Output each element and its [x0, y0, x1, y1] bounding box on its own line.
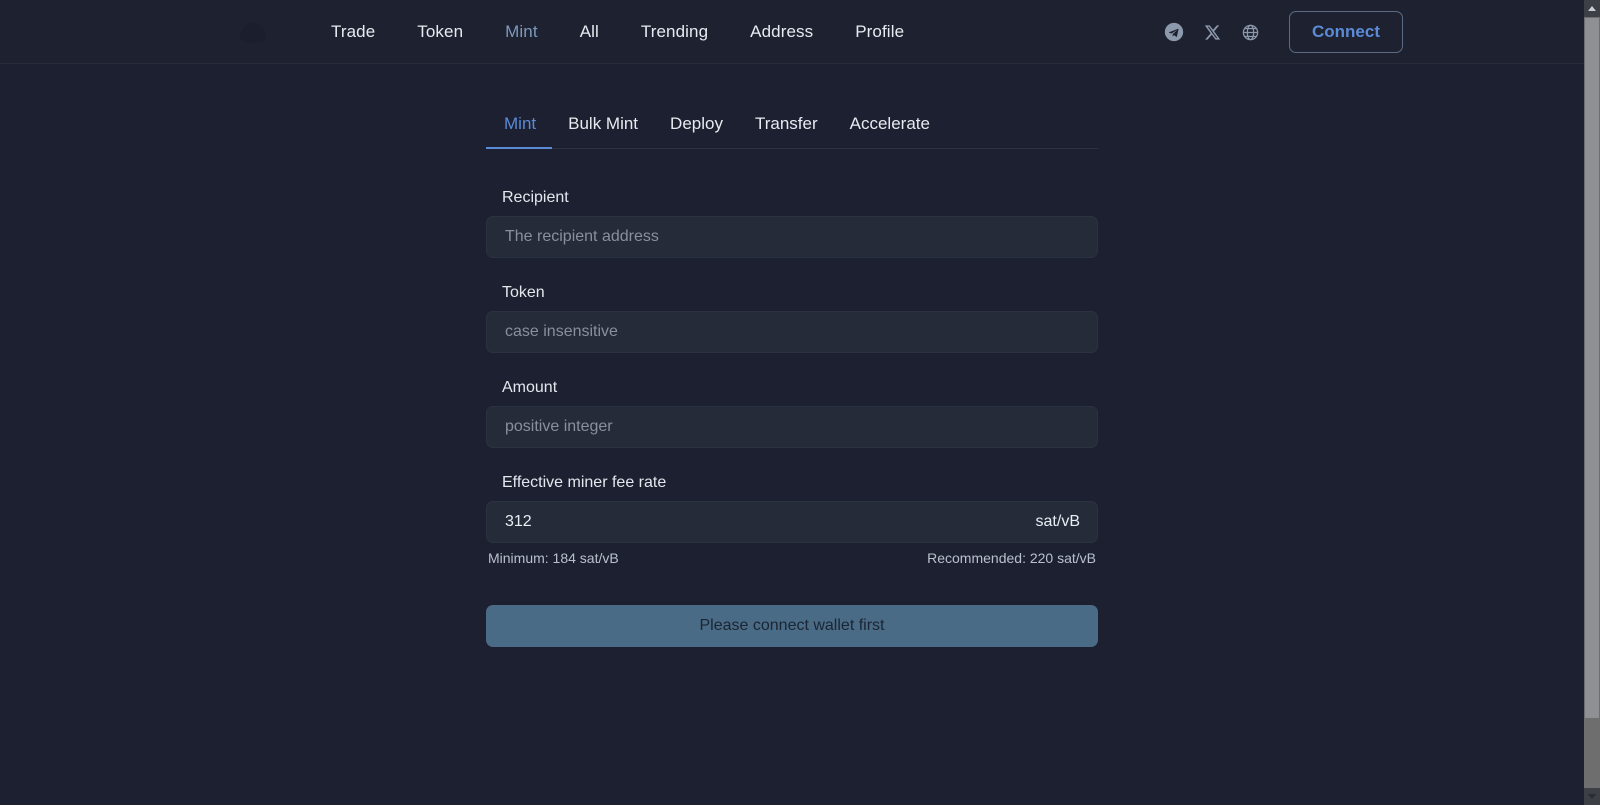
fee-rate-field: Effective miner fee rate sat/vB Minimum:… [486, 474, 1098, 566]
nav-item-trade[interactable]: Trade [310, 16, 396, 48]
logo-mark-icon [240, 23, 266, 43]
scrollbar-up-button[interactable] [1584, 0, 1600, 17]
nav-item-address[interactable]: Address [729, 16, 834, 48]
nav-item-token[interactable]: Token [396, 16, 484, 48]
recipient-label: Recipient [502, 189, 569, 206]
token-input[interactable] [486, 311, 1098, 353]
page-content: Mint Bulk Mint Deploy Transfer Accelerat… [0, 64, 1584, 647]
tab-transfer[interactable]: Transfer [739, 104, 834, 148]
token-field: Token [486, 284, 1098, 353]
chevron-up-icon [1588, 6, 1596, 11]
fee-rate-input[interactable] [486, 501, 1098, 543]
fee-rate-minimum-hint: Minimum: 184 sat/vB [488, 550, 619, 566]
tab-mint[interactable]: Mint [486, 104, 553, 149]
fee-rate-label: Effective miner fee rate [502, 474, 667, 491]
amount-field: Amount [486, 379, 1098, 448]
vertical-scrollbar[interactable] [1584, 0, 1600, 805]
amount-label: Amount [502, 379, 558, 396]
fee-rate-hints: Minimum: 184 sat/vB Recommended: 220 sat… [486, 550, 1098, 566]
recipient-input[interactable] [486, 216, 1098, 258]
fee-rate-recommended-hint: Recommended: 220 sat/vB [927, 550, 1096, 566]
tab-deploy[interactable]: Deploy [654, 104, 739, 148]
globe-icon[interactable] [1231, 13, 1269, 51]
header-actions: Connect [1155, 0, 1403, 64]
connect-wallet-button[interactable]: Connect [1289, 11, 1403, 53]
page-root: Trade Token Mint All Trending Address Pr… [0, 0, 1584, 805]
recipient-field: Recipient [486, 189, 1098, 258]
tab-accelerate[interactable]: Accelerate [834, 104, 946, 148]
scrollbar-down-button[interactable] [1584, 788, 1600, 805]
amount-input[interactable] [486, 406, 1098, 448]
browser-viewport: Trade Token Mint All Trending Address Pr… [0, 0, 1600, 805]
x-twitter-icon[interactable] [1193, 13, 1231, 51]
mint-form-card: Mint Bulk Mint Deploy Transfer Accelerat… [486, 104, 1098, 647]
fee-rate-input-wrap: sat/vB [486, 501, 1098, 543]
submit-mint-button[interactable]: Please connect wallet first [486, 605, 1098, 647]
site-logo[interactable] [172, 18, 268, 48]
nav-item-mint[interactable]: Mint [484, 16, 559, 48]
nav-item-all[interactable]: All [559, 16, 620, 48]
scrollbar-thumb[interactable] [1585, 18, 1599, 718]
nav-item-trending[interactable]: Trending [620, 16, 729, 48]
nav-item-profile[interactable]: Profile [834, 16, 925, 48]
token-label: Token [502, 284, 545, 301]
site-header: Trade Token Mint All Trending Address Pr… [0, 0, 1584, 64]
tab-bulk-mint[interactable]: Bulk Mint [552, 104, 654, 148]
main-navigation: Trade Token Mint All Trending Address Pr… [310, 16, 925, 48]
chevron-down-icon [1588, 794, 1596, 799]
form-tabs: Mint Bulk Mint Deploy Transfer Accelerat… [486, 104, 1098, 149]
telegram-icon[interactable] [1155, 13, 1193, 51]
